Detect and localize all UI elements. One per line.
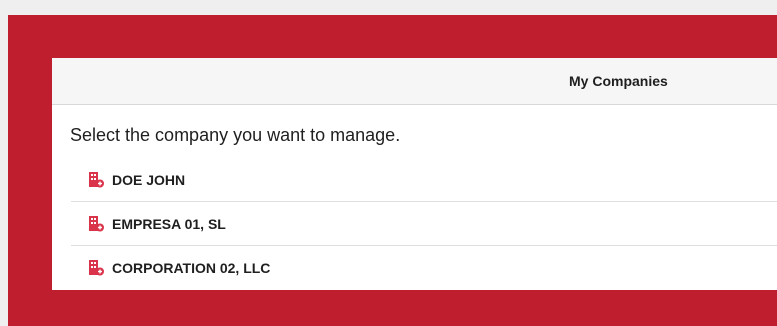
company-item-corporation-02[interactable]: CORPORATION 02, LLC: [71, 246, 777, 289]
company-name: CORPORATION 02, LLC: [112, 259, 271, 276]
select-company-prompt: Select the company you want to manage.: [70, 125, 401, 145]
building-add-icon: [89, 216, 104, 232]
page-title: My Companies: [569, 73, 668, 89]
building-add-icon: [89, 260, 104, 276]
companies-panel: My Companies Select the company you want…: [52, 58, 777, 290]
panel-header: My Companies: [52, 58, 777, 105]
company-name: EMPRESA 01, SL: [112, 215, 226, 232]
company-item-empresa-01[interactable]: EMPRESA 01, SL: [71, 202, 777, 246]
window-left-strip: [0, 0, 8, 326]
company-list: DOE JOHN EMPRESA 01, SL CORPORATION 02, …: [71, 158, 777, 289]
company-name: DOE JOHN: [112, 171, 186, 188]
company-item-doe-john[interactable]: DOE JOHN: [71, 158, 777, 202]
building-add-icon: [89, 172, 104, 188]
window-top-strip: [0, 0, 777, 15]
